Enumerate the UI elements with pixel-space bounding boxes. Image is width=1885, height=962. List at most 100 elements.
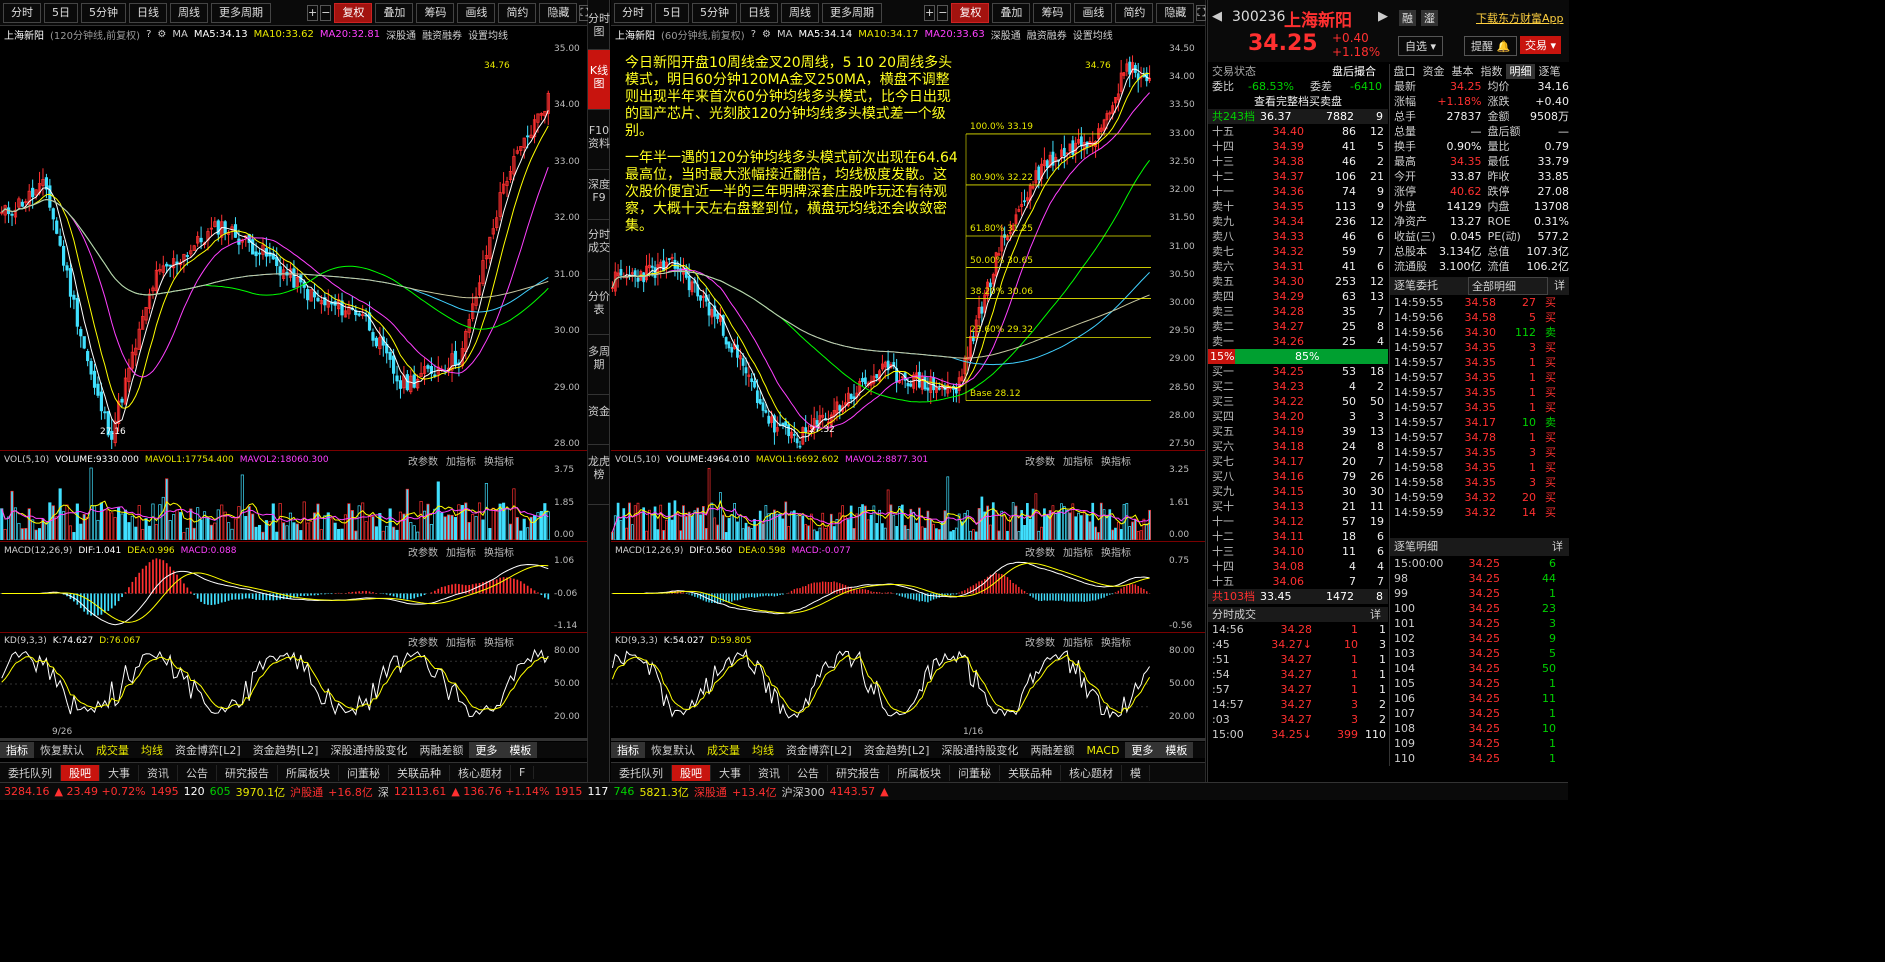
ma-gear-icon[interactable]: ⚙: [762, 29, 771, 40]
restore-default-tab[interactable]: 恢复默认: [34, 742, 90, 758]
ma-tab[interactable]: 均线: [746, 742, 780, 758]
margin-diff-tab[interactable]: 两融差额: [413, 742, 469, 758]
news-tab[interactable]: 资讯: [750, 764, 789, 781]
sector-tab[interactable]: 所属板块: [278, 764, 339, 781]
template-tab[interactable]: 模板: [1159, 742, 1194, 758]
related-tab[interactable]: 关联品种: [389, 764, 450, 781]
vtab-capital[interactable]: 资金: [588, 395, 610, 445]
guba-tab[interactable]: 股吧: [672, 764, 711, 781]
sector-tab[interactable]: 所属板块: [889, 764, 950, 781]
tab-5day[interactable]: 5日: [655, 2, 689, 23]
tab-weekly[interactable]: 周线: [170, 2, 208, 23]
tab-daily[interactable]: 日线: [129, 2, 167, 23]
order-queue-tab[interactable]: 委托队列: [611, 764, 672, 781]
tab-5min[interactable]: 5分钟: [692, 2, 737, 23]
draw-button[interactable]: 画线: [457, 2, 496, 23]
zoom-out-button[interactable]: −: [937, 4, 949, 21]
hk-link[interactable]: 深股通: [386, 27, 416, 42]
mini-tab[interactable]: 资金: [1419, 64, 1448, 79]
capital-trend-tab[interactable]: 资金趋势[L2]: [858, 742, 936, 758]
ask-secretary-tab[interactable]: 问董秘: [339, 764, 389, 781]
notice-tab[interactable]: 公告: [178, 764, 217, 781]
hide-button[interactable]: 隐藏: [1156, 2, 1195, 23]
watchlist-button[interactable]: 自选 ▾: [1398, 36, 1444, 56]
help-icon[interactable]: ?: [146, 29, 151, 40]
more-info-tab[interactable]: 模: [1122, 764, 1150, 781]
tab-5day[interactable]: 5日: [44, 2, 78, 23]
zoom-in-button[interactable]: +: [924, 4, 936, 21]
capital-trend-tab[interactable]: 资金趋势[L2]: [247, 742, 325, 758]
mini-tab[interactable]: 盘口: [1390, 64, 1419, 79]
alert-button[interactable]: 提醒 🔔: [1464, 36, 1518, 56]
related-tab[interactable]: 关联品种: [1000, 764, 1061, 781]
template-tab[interactable]: 模板: [503, 742, 538, 758]
help-icon[interactable]: ?: [751, 29, 756, 40]
fuquan-button[interactable]: 复权: [951, 2, 990, 23]
events-tab[interactable]: 大事: [100, 764, 139, 781]
more-tab[interactable]: 更多: [1125, 742, 1160, 758]
hk-hold-tab[interactable]: 深股通持股变化: [324, 742, 413, 758]
restore-default-tab[interactable]: 恢复默认: [645, 742, 701, 758]
vtab-f10[interactable]: F10资料: [588, 110, 610, 170]
more-info-tab[interactable]: F: [511, 766, 535, 779]
sh-index[interactable]: 3284.16: [4, 785, 50, 798]
core-theme-tab[interactable]: 核心题材: [1061, 764, 1122, 781]
ma-settings-link[interactable]: 设置均线: [1073, 27, 1113, 42]
simple-button[interactable]: 简约: [1115, 2, 1154, 23]
vtab-price-table[interactable]: 分价表: [588, 280, 610, 335]
tab-fenshi[interactable]: 分时: [614, 2, 652, 23]
chip-button[interactable]: 筹码: [416, 2, 455, 23]
indicator-tab[interactable]: 指标: [611, 742, 645, 758]
next-stock-icon[interactable]: ▶: [1378, 9, 1388, 24]
chip-button[interactable]: 筹码: [1033, 2, 1072, 23]
overlay-button[interactable]: 叠加: [375, 2, 414, 23]
margin-link[interactable]: 融资融券: [1027, 27, 1067, 42]
ma-tab[interactable]: 均线: [135, 742, 169, 758]
zoom-in-button[interactable]: +: [307, 4, 319, 21]
trade-button[interactable]: 交易 ▾: [1520, 36, 1562, 54]
vtab-multi-period[interactable]: 多周期: [588, 335, 610, 395]
tab-daily[interactable]: 日线: [740, 2, 778, 23]
mini-tab[interactable]: 基本: [1448, 64, 1477, 79]
tab-weekly[interactable]: 周线: [781, 2, 819, 23]
vtab-longhu[interactable]: 龙虎榜: [588, 445, 610, 505]
notice-tab[interactable]: 公告: [789, 764, 828, 781]
hs300-value[interactable]: 4143.57: [830, 785, 876, 798]
capital-game-tab[interactable]: 资金博弈[L2]: [169, 742, 247, 758]
sz-index[interactable]: 12113.61: [394, 785, 447, 798]
tab-5min[interactable]: 5分钟: [81, 2, 126, 23]
prev-stock-icon[interactable]: ◀: [1212, 9, 1222, 24]
margin-link[interactable]: 融资融券: [422, 27, 462, 42]
zoom-out-button[interactable]: −: [320, 4, 332, 21]
ma-gear-icon[interactable]: ⚙: [157, 29, 166, 40]
draw-button[interactable]: 画线: [1074, 2, 1113, 23]
zbmx-more-button[interactable]: 详: [1552, 538, 1563, 556]
tab-more-period[interactable]: 更多周期: [822, 2, 882, 23]
mini-tab[interactable]: 逐笔: [1535, 64, 1564, 79]
guba-tab[interactable]: 股吧: [61, 764, 100, 781]
download-app-link[interactable]: 下载东方财富App: [1476, 10, 1564, 26]
margin-diff-tab[interactable]: 两融差额: [1024, 742, 1080, 758]
volume-tab[interactable]: 成交量: [701, 742, 746, 758]
news-tab[interactable]: 资讯: [139, 764, 178, 781]
research-tab[interactable]: 研究报告: [217, 764, 278, 781]
hk-link[interactable]: 深股通: [991, 27, 1021, 42]
volume-tab[interactable]: 成交量: [90, 742, 135, 758]
fscj-more-button[interactable]: 详: [1370, 607, 1381, 622]
right-scrollbar[interactable]: [611, 738, 1206, 741]
fullscreen-icon[interactable]: ⛶: [1196, 4, 1207, 21]
left-scrollbar[interactable]: [0, 738, 588, 741]
vtab-depth[interactable]: 深度F9: [588, 170, 610, 220]
simple-button[interactable]: 简约: [498, 2, 537, 23]
vtab-kline[interactable]: K线图: [588, 50, 610, 110]
hk-hold-tab[interactable]: 深股通持股变化: [935, 742, 1024, 758]
mini-tab[interactable]: 指数: [1477, 64, 1506, 79]
zbwt-select[interactable]: 全部明细: [1468, 277, 1548, 295]
mini-tab[interactable]: 明细: [1506, 64, 1535, 79]
more-tab[interactable]: 更多: [469, 742, 504, 758]
vtab-fenshi[interactable]: 分时图: [588, 0, 610, 50]
core-theme-tab[interactable]: 核心题材: [450, 764, 511, 781]
macd-tab[interactable]: MACD: [1080, 744, 1125, 757]
ask-secretary-tab[interactable]: 问董秘: [950, 764, 1000, 781]
overlay-button[interactable]: 叠加: [992, 2, 1031, 23]
